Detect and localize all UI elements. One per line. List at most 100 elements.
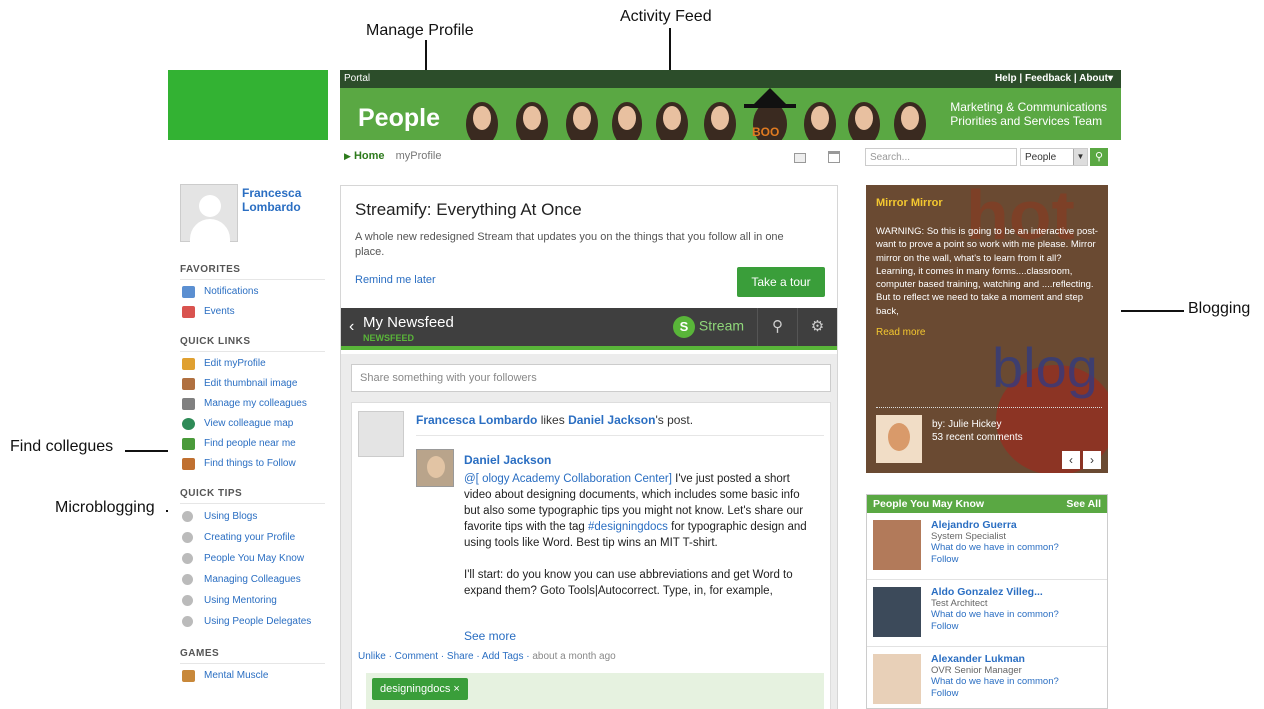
header-links[interactable]: Help | Feedback | About▾ [995, 73, 1113, 84]
sidebar-item-events[interactable]: Events [180, 302, 325, 322]
logo-block [168, 70, 328, 140]
sidebar-item-using-people-delegates[interactable]: Using People Delegates [180, 611, 325, 632]
newsfeed-subtitle: NEWSFEED [363, 333, 415, 343]
annotation-find-colleagues-line [125, 450, 169, 452]
promo-title: Streamify: Everything At Once [355, 200, 582, 219]
notifications-icon [182, 286, 195, 298]
promo-text: A whole new redesigned Stream that updat… [355, 231, 784, 258]
card-view-icon[interactable] [794, 153, 806, 163]
post-actions: Unlike · Comment · Share · Add Tags · ab… [358, 651, 616, 662]
sidebar-item-label: Edit thumbnail image [204, 378, 298, 389]
avatar[interactable] [873, 654, 921, 704]
stream-label: Stream [698, 317, 745, 334]
common-link[interactable]: What do we have in common? [931, 609, 1059, 620]
see-more-link[interactable]: See more [464, 629, 516, 643]
sidebar-item-label: Using Blogs [204, 511, 258, 522]
hashtag-link[interactable]: #designingdocs [588, 521, 668, 533]
gear-icon[interactable]: ⚙ [797, 308, 837, 346]
sidebar-item-label: Managing Colleagues [204, 574, 301, 585]
sidebar-item-people-you-may-know[interactable]: People You May Know [180, 548, 325, 569]
avatar-head [199, 195, 221, 217]
edit-profile-icon [182, 358, 195, 370]
avatar[interactable] [180, 184, 238, 243]
sidebar-item-label: Events [204, 306, 235, 317]
calendar-icon [182, 306, 195, 318]
sidebar-item-label: Notifications [204, 286, 259, 297]
see-all-link[interactable]: See All [1066, 498, 1101, 510]
sidebar-item-manage-colleagues[interactable]: Manage my colleagues [180, 394, 325, 414]
annotation-find-colleagues: Find collegues [10, 438, 114, 455]
favorites-list: Notifications Events [180, 282, 325, 322]
person-name[interactable]: Alexander Lukman [931, 653, 1025, 665]
sidebar-item-using-blogs[interactable]: Using Blogs [180, 506, 325, 527]
annotation-activity-feed: Activity Feed [620, 8, 712, 25]
blog-author-avatar[interactable] [876, 415, 922, 463]
profile-card: Francesca Lombardo [180, 184, 325, 244]
search-input[interactable]: Search... [865, 148, 1017, 166]
blog-title[interactable]: Mirror Mirror [876, 197, 943, 209]
target-link[interactable]: Daniel Jackson [568, 413, 655, 427]
calendar-icon[interactable] [828, 151, 841, 163]
previous-button[interactable]: ‹ [1062, 451, 1080, 469]
sidebar-item-using-mentoring[interactable]: Using Mentoring [180, 590, 325, 611]
quick-links-title: QUICK LINKS [180, 336, 325, 352]
list-item: Alejandro Guerra System Specialist What … [867, 513, 1107, 580]
search-scope-select[interactable]: People ▼ [1020, 148, 1088, 166]
breadcrumb-home[interactable]: Home [354, 150, 385, 162]
take-tour-button[interactable]: Take a tour [737, 267, 825, 297]
blog-author: by: Julie Hickey [932, 419, 1002, 430]
person-name[interactable]: Alejandro Guerra [931, 519, 1017, 531]
quick-tips-title: QUICK TIPS [180, 488, 325, 504]
post-text-3: I'll start: do you know you can use abbr… [464, 569, 793, 597]
sidebar-item-mental-muscle[interactable]: Mental Muscle [180, 666, 325, 686]
sidebar-item-label: Find people near me [204, 438, 296, 449]
common-link[interactable]: What do we have in common? [931, 542, 1059, 553]
post-actions-links[interactable]: Unlike · Comment · Share · Add Tags · [358, 651, 530, 662]
sidebar-item-edit-thumbnail[interactable]: Edit thumbnail image [180, 374, 325, 394]
common-link[interactable]: What do we have in common? [931, 676, 1059, 687]
people-icon [182, 458, 195, 470]
pymk-header: People You May Know See All [867, 495, 1107, 513]
sidebar-item-edit-myprofile[interactable]: Edit myProfile [180, 354, 325, 374]
avatar[interactable] [873, 587, 921, 637]
search-icon: ⚲ [1094, 151, 1104, 163]
actor-avatar[interactable] [358, 411, 404, 457]
author-link[interactable]: Daniel Jackson [464, 453, 551, 467]
sidebar-item-find-things-to-follow[interactable]: Find things to Follow [180, 454, 325, 474]
activity-feed-panel: Streamify: Everything At Once A whole ne… [340, 185, 838, 709]
follow-link[interactable]: Follow [931, 554, 958, 565]
profile-first-name: Francesca [242, 186, 302, 200]
tip-icon [182, 574, 193, 585]
game-grid-icon [182, 670, 195, 682]
profile-name[interactable]: Francesca Lombardo [242, 186, 301, 214]
blog-background-word: blog [992, 336, 1098, 399]
read-more-link[interactable]: Read more [876, 327, 925, 338]
sidebar-item-colleague-map[interactable]: View colleague map [180, 414, 325, 434]
chevron-down-icon[interactable]: ▼ [1073, 149, 1087, 165]
remind-later-link[interactable]: Remind me later [355, 274, 436, 286]
mention-link[interactable]: @[ ology Academy Collaboration Center] [464, 473, 672, 485]
sidebar-item-creating-profile[interactable]: Creating your Profile [180, 527, 325, 548]
sidebar-item-find-people-near-me[interactable]: Find people near me [180, 434, 325, 454]
person-name[interactable]: Aldo Gonzalez Villeg... [931, 586, 1043, 598]
team-name: Marketing & Communications Priorities an… [950, 100, 1107, 128]
search-icon[interactable]: ⚲ [757, 308, 797, 346]
author-avatar[interactable] [416, 449, 454, 487]
tag-chip[interactable]: designingdocs × [372, 678, 468, 700]
map-pin-icon [182, 438, 195, 450]
share-input[interactable]: Share something with your followers [351, 364, 831, 392]
follow-link[interactable]: Follow [931, 621, 958, 632]
avatar[interactable] [873, 520, 921, 570]
portal-link[interactable]: Portal [344, 73, 370, 84]
person-role: Test Architect [931, 598, 988, 609]
back-chevron-icon[interactable]: ‹ [349, 318, 354, 336]
sidebar-item-managing-colleagues[interactable]: Managing Colleagues [180, 569, 325, 590]
sidebar-item-label: Using Mentoring [204, 595, 277, 606]
search-button[interactable]: ⚲ [1090, 148, 1108, 166]
home-arrow-icon: ▶ [344, 151, 351, 161]
follow-link[interactable]: Follow [931, 688, 958, 699]
next-button[interactable]: › [1083, 451, 1101, 469]
actor-link[interactable]: Francesca Lombardo [416, 413, 537, 427]
sidebar-item-notifications[interactable]: Notifications [180, 282, 325, 302]
breadcrumb-myprofile[interactable]: myProfile [396, 150, 442, 162]
